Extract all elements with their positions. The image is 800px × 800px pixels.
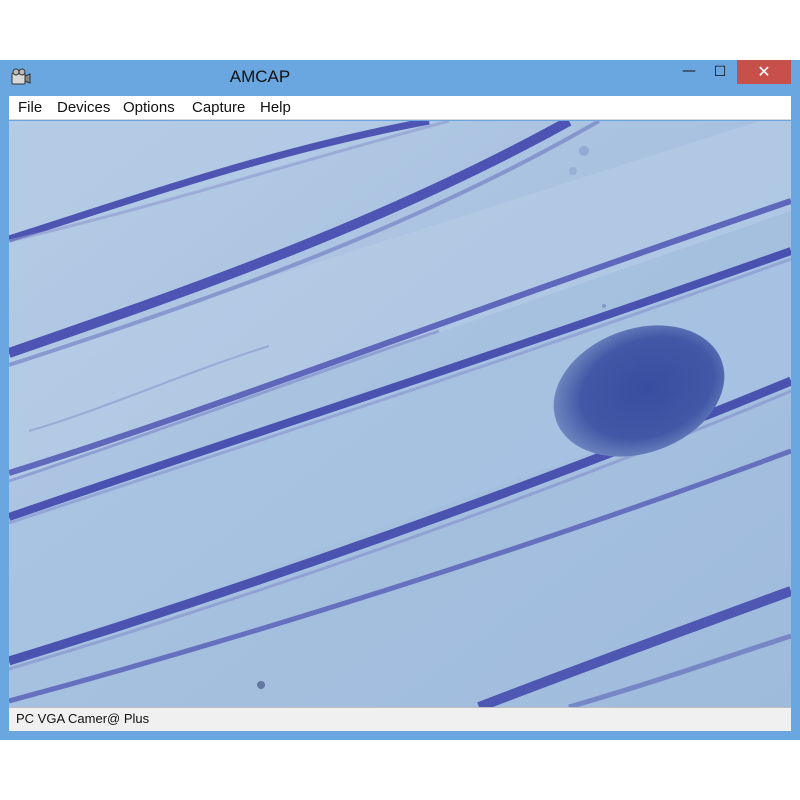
amcap-window: AMCAP — ☐ ✕ File Devices Options Capture… [0,60,800,740]
window-title: AMCAP [229,67,291,86]
menu-capture[interactable]: Capture [192,96,245,120]
menu-devices[interactable]: Devices [57,96,110,120]
menu-file[interactable]: File [18,96,42,120]
menu-options[interactable]: Options [123,96,175,120]
close-button[interactable]: ✕ [737,60,791,84]
status-bar: PC VGA Camer@ Plus [9,707,791,731]
maximize-button[interactable]: ☐ [704,60,736,84]
status-device-name: PC VGA Camer@ Plus [16,711,150,726]
microscope-image [9,121,791,707]
minimize-button[interactable]: — [672,60,706,84]
menu-help[interactable]: Help [260,96,291,120]
camera-preview[interactable] [9,121,791,707]
title-bar[interactable]: AMCAP — ☐ ✕ [0,60,800,96]
menu-bar: File Devices Options Capture Help [9,96,791,120]
